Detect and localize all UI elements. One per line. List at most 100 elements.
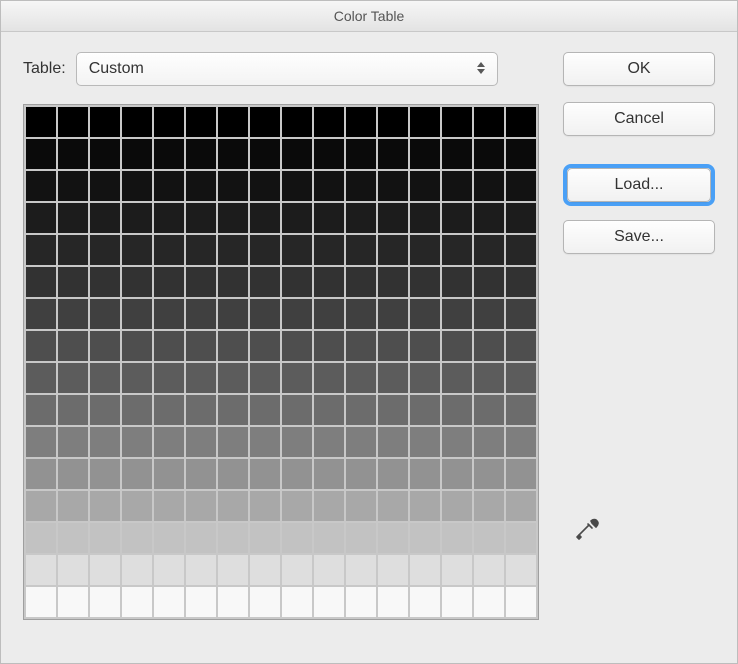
color-swatch[interactable] bbox=[90, 459, 120, 489]
color-swatch[interactable] bbox=[506, 491, 536, 521]
color-swatch[interactable] bbox=[474, 523, 504, 553]
color-swatch[interactable] bbox=[58, 331, 88, 361]
color-swatch[interactable] bbox=[506, 555, 536, 585]
color-swatch[interactable] bbox=[442, 491, 472, 521]
color-swatch[interactable] bbox=[346, 139, 376, 169]
color-swatch[interactable] bbox=[186, 203, 216, 233]
color-swatch[interactable] bbox=[314, 363, 344, 393]
color-swatch[interactable] bbox=[122, 427, 152, 457]
color-swatch[interactable] bbox=[282, 395, 312, 425]
color-swatch[interactable] bbox=[442, 523, 472, 553]
color-swatch[interactable] bbox=[314, 235, 344, 265]
color-swatch[interactable] bbox=[58, 395, 88, 425]
color-swatch-grid[interactable] bbox=[26, 107, 536, 617]
color-swatch[interactable] bbox=[186, 139, 216, 169]
color-swatch[interactable] bbox=[122, 203, 152, 233]
color-swatch[interactable] bbox=[442, 139, 472, 169]
color-swatch[interactable] bbox=[154, 395, 184, 425]
color-swatch[interactable] bbox=[410, 203, 440, 233]
color-swatch[interactable] bbox=[250, 299, 280, 329]
color-swatch[interactable] bbox=[218, 555, 248, 585]
color-swatch[interactable] bbox=[90, 491, 120, 521]
color-swatch[interactable] bbox=[442, 267, 472, 297]
color-swatch[interactable] bbox=[282, 267, 312, 297]
color-swatch[interactable] bbox=[346, 459, 376, 489]
color-swatch[interactable] bbox=[154, 267, 184, 297]
color-swatch[interactable] bbox=[282, 363, 312, 393]
color-swatch[interactable] bbox=[506, 331, 536, 361]
color-swatch[interactable] bbox=[58, 523, 88, 553]
color-swatch[interactable] bbox=[314, 395, 344, 425]
color-swatch[interactable] bbox=[378, 139, 408, 169]
color-swatch[interactable] bbox=[442, 203, 472, 233]
color-swatch[interactable] bbox=[506, 427, 536, 457]
color-swatch[interactable] bbox=[378, 235, 408, 265]
color-swatch[interactable] bbox=[58, 555, 88, 585]
color-swatch[interactable] bbox=[346, 395, 376, 425]
color-swatch[interactable] bbox=[506, 363, 536, 393]
color-swatch[interactable] bbox=[250, 491, 280, 521]
color-swatch[interactable] bbox=[122, 555, 152, 585]
color-swatch[interactable] bbox=[282, 171, 312, 201]
color-swatch[interactable] bbox=[314, 587, 344, 617]
color-swatch[interactable] bbox=[506, 235, 536, 265]
color-swatch[interactable] bbox=[410, 427, 440, 457]
color-swatch[interactable] bbox=[26, 139, 56, 169]
color-swatch[interactable] bbox=[154, 331, 184, 361]
color-swatch[interactable] bbox=[154, 203, 184, 233]
color-swatch[interactable] bbox=[314, 203, 344, 233]
color-swatch[interactable] bbox=[314, 267, 344, 297]
color-swatch[interactable] bbox=[410, 491, 440, 521]
color-swatch[interactable] bbox=[26, 331, 56, 361]
color-swatch[interactable] bbox=[378, 587, 408, 617]
color-swatch[interactable] bbox=[122, 587, 152, 617]
color-swatch[interactable] bbox=[282, 491, 312, 521]
color-swatch[interactable] bbox=[442, 427, 472, 457]
color-swatch[interactable] bbox=[218, 587, 248, 617]
color-swatch[interactable] bbox=[346, 587, 376, 617]
color-swatch[interactable] bbox=[122, 331, 152, 361]
ok-button[interactable]: OK bbox=[563, 52, 715, 86]
color-swatch[interactable] bbox=[410, 171, 440, 201]
color-swatch[interactable] bbox=[506, 107, 536, 137]
color-swatch[interactable] bbox=[218, 331, 248, 361]
load-button[interactable]: Load... bbox=[567, 168, 711, 202]
color-swatch[interactable] bbox=[122, 363, 152, 393]
color-swatch[interactable] bbox=[58, 171, 88, 201]
color-swatch[interactable] bbox=[314, 459, 344, 489]
color-swatch[interactable] bbox=[506, 171, 536, 201]
color-swatch[interactable] bbox=[26, 523, 56, 553]
color-swatch[interactable] bbox=[314, 299, 344, 329]
color-swatch[interactable] bbox=[154, 459, 184, 489]
color-swatch[interactable] bbox=[506, 203, 536, 233]
color-swatch[interactable] bbox=[346, 203, 376, 233]
color-swatch[interactable] bbox=[122, 299, 152, 329]
color-swatch[interactable] bbox=[282, 107, 312, 137]
color-swatch[interactable] bbox=[250, 331, 280, 361]
color-swatch[interactable] bbox=[90, 555, 120, 585]
color-swatch[interactable] bbox=[346, 491, 376, 521]
color-swatch[interactable] bbox=[26, 203, 56, 233]
color-swatch[interactable] bbox=[186, 267, 216, 297]
color-swatch[interactable] bbox=[218, 267, 248, 297]
color-swatch[interactable] bbox=[250, 555, 280, 585]
color-swatch[interactable] bbox=[506, 139, 536, 169]
color-swatch[interactable] bbox=[122, 491, 152, 521]
color-swatch[interactable] bbox=[58, 587, 88, 617]
color-swatch[interactable] bbox=[218, 139, 248, 169]
color-swatch[interactable] bbox=[474, 235, 504, 265]
color-swatch[interactable] bbox=[122, 267, 152, 297]
color-swatch[interactable] bbox=[282, 523, 312, 553]
color-swatch[interactable] bbox=[186, 107, 216, 137]
color-swatch[interactable] bbox=[26, 555, 56, 585]
color-swatch[interactable] bbox=[26, 459, 56, 489]
color-swatch[interactable] bbox=[474, 203, 504, 233]
color-swatch[interactable] bbox=[442, 363, 472, 393]
color-swatch[interactable] bbox=[346, 427, 376, 457]
color-swatch[interactable] bbox=[58, 427, 88, 457]
color-swatch[interactable] bbox=[250, 171, 280, 201]
color-swatch[interactable] bbox=[346, 299, 376, 329]
color-swatch[interactable] bbox=[58, 363, 88, 393]
color-swatch[interactable] bbox=[154, 523, 184, 553]
color-swatch[interactable] bbox=[218, 491, 248, 521]
